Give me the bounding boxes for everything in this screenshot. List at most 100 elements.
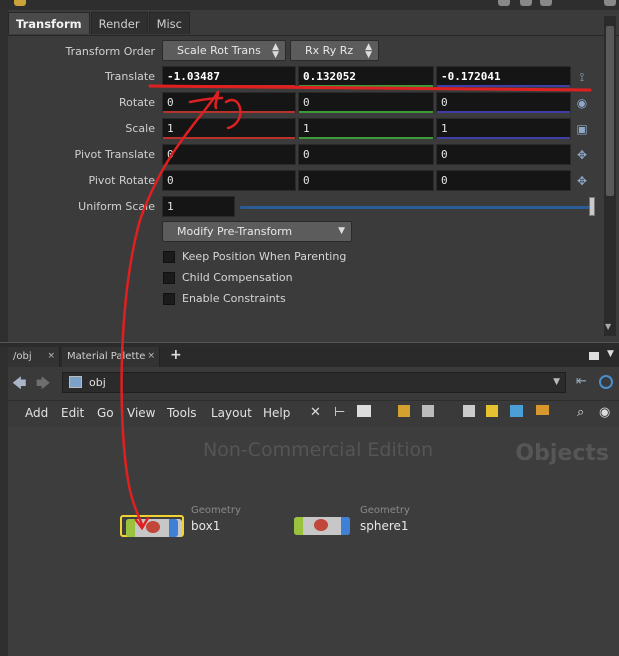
scale-y-field[interactable]: 1	[298, 118, 434, 139]
y-axis-bar	[299, 137, 433, 139]
menu-view[interactable]: View	[127, 406, 155, 420]
tab-obj[interactable]: /obj ×	[8, 347, 60, 367]
rotation-order-menu[interactable]: Rx Ry Rz ▲ ▼	[290, 40, 379, 61]
back-arrow-icon[interactable]: 🡄	[12, 373, 26, 397]
rotate-handle-icon[interactable]: ◉	[575, 96, 589, 110]
pin-icon[interactable]: ⇤	[576, 374, 587, 389]
tree-view-icon[interactable]	[422, 405, 434, 417]
pivot-rotate-x-field[interactable]: 0	[162, 170, 296, 191]
scale-x-field[interactable]: 1	[162, 118, 296, 139]
network-canvas[interactable]: Non-Commercial Edition Objects Geometry …	[8, 427, 619, 656]
node-render-flag[interactable]	[341, 517, 350, 535]
link-icon[interactable]	[599, 375, 613, 389]
grid-icon[interactable]	[398, 405, 410, 417]
node-name: box1	[191, 519, 221, 533]
rotate-y-value: 0	[303, 96, 310, 109]
tree-icon[interactable]: ⊢	[334, 405, 348, 420]
menu-help[interactable]: Help	[263, 406, 290, 420]
menu-icon[interactable]	[14, 0, 26, 6]
transform-order-value: Scale Rot Trans	[177, 44, 261, 57]
updown-icon: ▲ ▼	[365, 42, 372, 60]
gear-icon[interactable]	[520, 0, 532, 6]
scale-z-field[interactable]: 1	[436, 118, 571, 139]
transform-order-label: Transform Order	[65, 45, 155, 58]
rotate-x-field[interactable]: 0	[162, 92, 296, 113]
pivot-handle-icon[interactable]: ✥	[575, 148, 589, 162]
pivot-rotate-handle-icon[interactable]: ✥	[575, 174, 589, 188]
pivot-rotate-y-field[interactable]: 0	[298, 170, 434, 191]
close-icon[interactable]: ×	[47, 347, 55, 366]
z-axis-bar	[437, 111, 570, 113]
child-compensation-checkbox[interactable]	[163, 272, 175, 284]
uniform-scale-slider-handle[interactable]	[589, 197, 595, 216]
chevron-down-icon[interactable]: ▼	[553, 373, 560, 392]
handle-icon[interactable]: ⟟	[575, 70, 589, 84]
pivot-rotate-x-value: 0	[167, 174, 174, 187]
forward-arrow-icon[interactable]: 🡆	[36, 373, 50, 397]
modify-pre-transform-menu[interactable]: Modify Pre-Transform ▼	[162, 221, 352, 242]
sticky-note-icon[interactable]	[486, 405, 498, 417]
enable-constraints-label: Enable Constraints	[182, 292, 286, 305]
add-tab-button[interactable]: +	[170, 347, 182, 363]
path-field[interactable]: obj ▼	[62, 372, 566, 393]
pivot-rotate-y-value: 0	[303, 174, 310, 187]
z-axis-bar	[437, 85, 570, 87]
maximize-icon[interactable]	[589, 352, 599, 360]
rotate-z-value: 0	[441, 96, 448, 109]
keep-position-checkbox[interactable]	[163, 251, 175, 263]
package-icon[interactable]	[536, 405, 549, 415]
scroll-down-icon[interactable]: ▼	[605, 322, 611, 331]
translate-x-value: -1.03487	[167, 70, 220, 83]
pivot-translate-y-field[interactable]: 0	[298, 144, 434, 165]
network-box-icon[interactable]	[463, 405, 475, 417]
transform-order-menu[interactable]: Scale Rot Trans ▲ ▼	[162, 40, 286, 61]
node-name: sphere1	[360, 519, 409, 533]
menu-go[interactable]: Go	[97, 406, 114, 420]
image-icon[interactable]	[510, 405, 523, 417]
tab-material-palette[interactable]: Material Palette ×	[62, 347, 160, 367]
translate-z-field[interactable]: -0.172041	[436, 66, 571, 87]
y-axis-bar	[299, 85, 433, 87]
network-tabs: /obj × Material Palette × + ▼	[8, 347, 619, 367]
uniform-scale-field[interactable]: 1	[162, 196, 235, 217]
rotate-label: Rotate	[118, 96, 155, 109]
rotate-z-field[interactable]: 0	[436, 92, 571, 113]
help-icon[interactable]	[540, 0, 552, 6]
node-display-flag[interactable]	[294, 517, 303, 535]
tab-transform[interactable]: Transform	[8, 12, 90, 34]
pivot-translate-label: Pivot Translate	[74, 148, 155, 161]
pivot-translate-x-field[interactable]: 0	[162, 144, 296, 165]
pivot-rotate-z-field[interactable]: 0	[436, 170, 571, 191]
rotate-x-value: 0	[167, 96, 174, 109]
node-sphere1[interactable]	[290, 515, 354, 537]
menu-tools[interactable]: Tools	[167, 406, 197, 420]
node-display-flag[interactable]	[126, 519, 135, 537]
list-icon[interactable]	[357, 405, 371, 417]
non-commercial-watermark: Non-Commercial Edition	[203, 439, 434, 461]
tab-obj-label: /obj	[13, 351, 32, 362]
menu-edit[interactable]: Edit	[61, 406, 84, 420]
uniform-scale-slider[interactable]	[240, 206, 594, 209]
translate-y-field[interactable]: 0.132052	[298, 66, 434, 87]
close-icon[interactable]: ×	[147, 347, 155, 366]
rotate-y-field[interactable]: 0	[298, 92, 434, 113]
tab-misc[interactable]: Misc	[148, 12, 190, 34]
wrench-icon[interactable]: ✕	[310, 405, 324, 420]
pane-menu-icon[interactable]: ▼	[607, 349, 614, 359]
search-icon[interactable]: ⌕	[577, 405, 591, 420]
menu-add[interactable]: Add	[25, 406, 48, 420]
path-value: obj	[89, 376, 106, 389]
translate-x-field[interactable]: -1.03487	[162, 66, 296, 87]
eye-icon[interactable]: ◉	[599, 405, 613, 420]
node-box1[interactable]	[120, 515, 184, 537]
enable-constraints-checkbox[interactable]	[163, 293, 175, 305]
tab-render[interactable]: Render	[90, 12, 148, 34]
menu-layout[interactable]: Layout	[211, 406, 252, 420]
toolbar-icon[interactable]	[498, 0, 510, 6]
scale-handle-icon[interactable]: ▣	[575, 122, 589, 136]
param-scrollbar-thumb[interactable]	[606, 26, 614, 196]
pivot-translate-z-field[interactable]: 0	[436, 144, 571, 165]
geometry-icon	[314, 519, 328, 531]
help-icon-2[interactable]	[604, 0, 616, 6]
node-render-flag[interactable]	[169, 519, 178, 537]
